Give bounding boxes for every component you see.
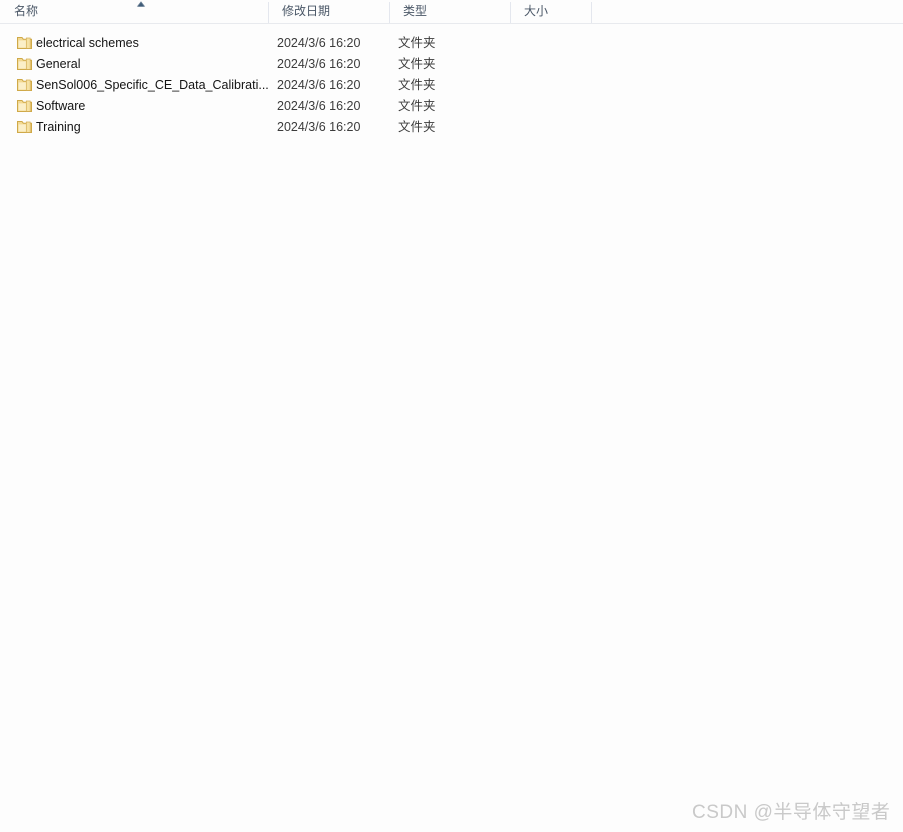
file-size — [510, 117, 591, 138]
column-resize-handle-name[interactable] — [268, 2, 269, 23]
file-type: 文件夹 — [398, 57, 436, 71]
column-resize-handle-date-modified[interactable] — [389, 2, 390, 23]
file-size — [510, 33, 591, 54]
table-row[interactable]: Software 2024/3/6 16:20 文件夹 — [0, 96, 903, 117]
column-resize-handle-type[interactable] — [510, 2, 511, 23]
file-name: Training — [36, 120, 81, 134]
column-header-type[interactable]: 类型 — [389, 0, 510, 23]
table-row[interactable]: electrical schemes 2024/3/6 16:20 文件夹 — [0, 33, 903, 54]
table-row[interactable]: SenSol006_Specific_CE_Data_Calibrati... … — [0, 75, 903, 96]
file-date-modified: 2024/3/6 16:20 — [277, 36, 361, 50]
file-size — [510, 54, 591, 75]
file-type: 文件夹 — [398, 120, 436, 134]
file-name: Software — [36, 99, 86, 113]
file-date-modified: 2024/3/6 16:20 — [277, 57, 361, 71]
column-resize-handle-size[interactable] — [591, 2, 592, 23]
file-type: 文件夹 — [398, 78, 436, 92]
column-header-name[interactable]: 名称 — [0, 0, 268, 23]
file-type: 文件夹 — [398, 36, 436, 50]
table-row[interactable]: Training 2024/3/6 16:20 文件夹 — [0, 117, 903, 138]
file-name: General — [36, 57, 81, 71]
file-name: electrical schemes — [36, 36, 139, 50]
file-list: electrical schemes 2024/3/6 16:20 文件夹 Ge… — [0, 33, 903, 138]
watermark-text: CSDN @半导体守望者 — [692, 802, 891, 823]
file-size — [510, 96, 591, 117]
column-header-date-modified[interactable]: 修改日期 — [268, 0, 389, 23]
file-type: 文件夹 — [398, 99, 436, 113]
file-date-modified: 2024/3/6 16:20 — [277, 99, 361, 113]
file-size — [510, 75, 591, 96]
table-row[interactable]: General 2024/3/6 16:20 文件夹 — [0, 54, 903, 75]
file-date-modified: 2024/3/6 16:20 — [277, 78, 361, 92]
file-name: SenSol006_Specific_CE_Data_Calibrati... — [36, 78, 268, 92]
column-header-size[interactable]: 大小 — [510, 0, 591, 23]
file-date-modified: 2024/3/6 16:20 — [277, 120, 361, 134]
column-header-bar: 名称 修改日期 类型 大小 — [0, 0, 903, 24]
